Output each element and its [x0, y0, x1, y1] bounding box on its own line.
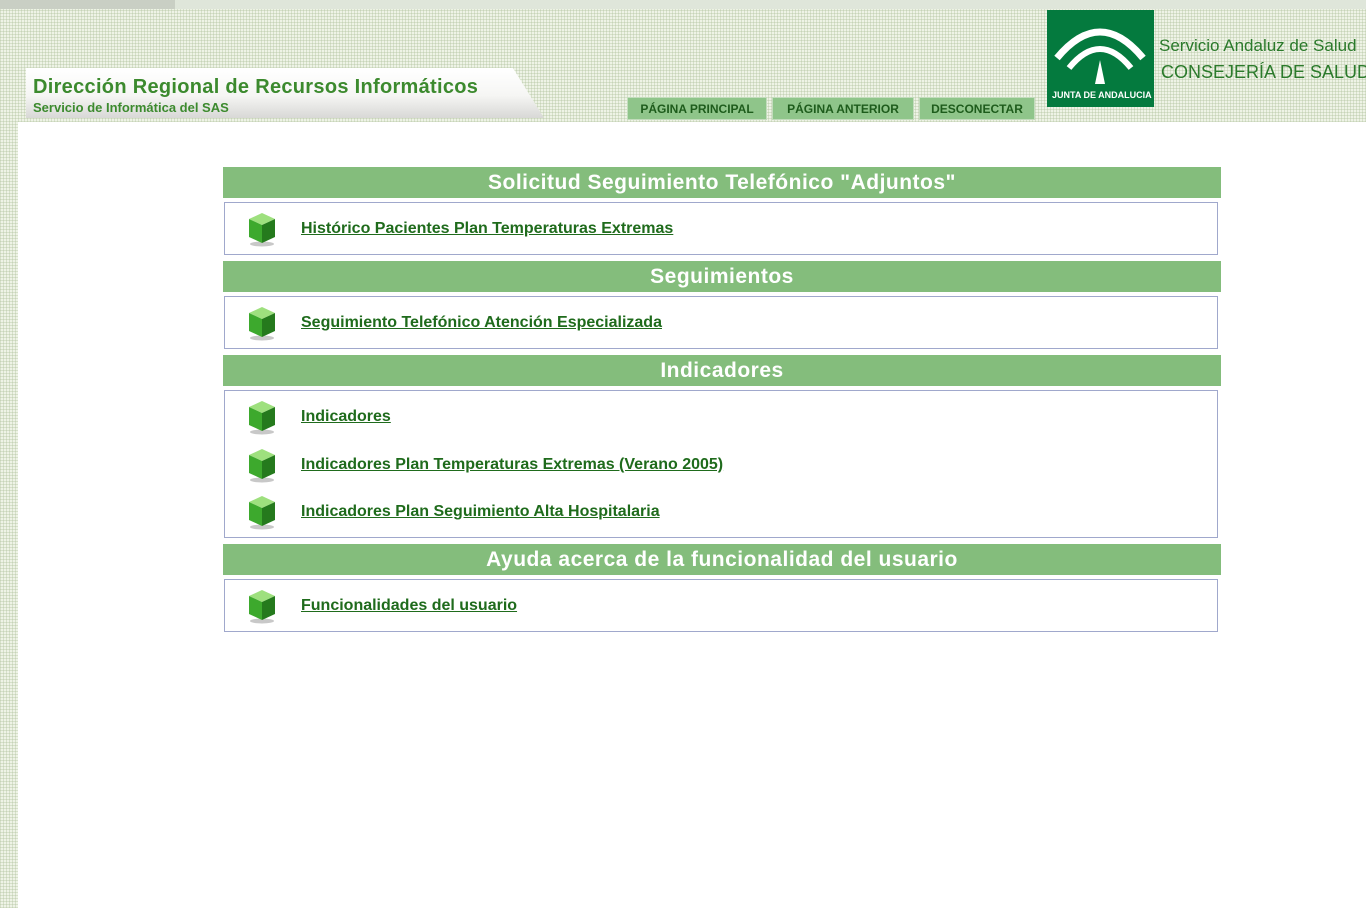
- home-button[interactable]: PÁGINA PRINCIPAL: [627, 97, 767, 120]
- section-header-indicadores: Indicadores: [223, 355, 1221, 386]
- sas-name: Servicio Andaluz de Salud: [1159, 36, 1357, 55]
- section-header-seguimientos: Seguimientos: [223, 261, 1221, 292]
- consejeria-name: CONSEJERÍA DE SALUD: [1161, 62, 1366, 82]
- top-bar: [0, 0, 1366, 9]
- link-historico-pacientes[interactable]: Histórico Pacientes Plan Temperaturas Ex…: [301, 220, 673, 238]
- link-funcionalidades-usuario[interactable]: Funcionalidades del usuario: [301, 597, 517, 615]
- list-item[interactable]: Funcionalidades del usuario: [247, 588, 517, 624]
- green-cube-icon: [247, 588, 277, 624]
- green-cube-icon: [247, 399, 277, 435]
- green-cube-icon: [247, 211, 277, 247]
- link-indicadores-alta-hospitalaria[interactable]: Indicadores Plan Seguimiento Alta Hospit…: [301, 503, 660, 521]
- logo-caption: JUNTA DE ANDALUCIA: [1052, 90, 1152, 100]
- top-tab-decoration: [0, 0, 175, 9]
- link-seguimiento-telefonico[interactable]: Seguimiento Telefónico Atención Especial…: [301, 314, 662, 332]
- section-box-seguimientos: Seguimiento Telefónico Atención Especial…: [224, 296, 1218, 349]
- section-box-indicadores: Indicadores Indicadores Plan Temperatura…: [224, 390, 1218, 538]
- link-indicadores-temperaturas[interactable]: Indicadores Plan Temperaturas Extremas (…: [301, 456, 723, 474]
- list-item[interactable]: Indicadores Plan Seguimiento Alta Hospit…: [247, 494, 660, 530]
- page-subtitle: Servicio de Informática del SAS: [33, 100, 229, 115]
- list-item[interactable]: Indicadores: [247, 399, 391, 435]
- green-cube-icon: [247, 494, 277, 530]
- list-item[interactable]: Indicadores Plan Temperaturas Extremas (…: [247, 447, 723, 483]
- section-box-ayuda: Funcionalidades del usuario: [224, 579, 1218, 632]
- green-cube-icon: [247, 305, 277, 341]
- logout-button[interactable]: DESCONECTAR: [919, 97, 1035, 120]
- section-header-ayuda: Ayuda acerca de la funcionalidad del usu…: [223, 544, 1221, 575]
- green-cube-icon: [247, 447, 277, 483]
- section-header-solicitud: Solicitud Seguimiento Telefónico "Adjunt…: [223, 167, 1221, 198]
- page-title: Dirección Regional de Recursos Informáti…: [33, 76, 479, 98]
- back-button[interactable]: PÁGINA ANTERIOR: [772, 97, 914, 120]
- list-item[interactable]: Histórico Pacientes Plan Temperaturas Ex…: [247, 211, 673, 247]
- section-box-solicitud: Histórico Pacientes Plan Temperaturas Ex…: [224, 202, 1218, 255]
- list-item[interactable]: Seguimiento Telefónico Atención Especial…: [247, 305, 662, 341]
- left-border-texture: [0, 0, 18, 908]
- link-indicadores[interactable]: Indicadores: [301, 408, 391, 426]
